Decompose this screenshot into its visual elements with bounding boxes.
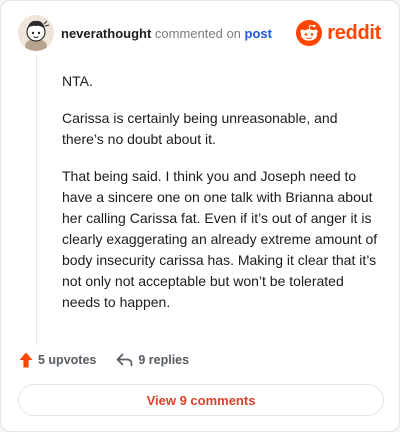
upvote-arrow-icon bbox=[19, 352, 33, 368]
upvote-count: 5 upvotes bbox=[38, 353, 97, 367]
post-link[interactable]: post bbox=[245, 26, 272, 41]
comment-footer: 5 upvotes 9 replies bbox=[19, 350, 189, 370]
thread-line bbox=[36, 55, 37, 345]
reply-count: 9 replies bbox=[138, 353, 190, 367]
comment-paragraph: Carissa is certainly being unreasonable,… bbox=[62, 110, 338, 147]
user-avatar[interactable] bbox=[18, 15, 54, 51]
reply-arrow-icon bbox=[117, 353, 133, 367]
comment-card: neverathought commented on post reddit N… bbox=[0, 0, 400, 432]
avatar-icon bbox=[18, 15, 54, 51]
upvote-stat[interactable]: 5 upvotes bbox=[19, 352, 96, 368]
username-link[interactable]: neverathought bbox=[61, 26, 151, 41]
reddit-alien-icon bbox=[296, 20, 323, 46]
brand-wordmark: reddit bbox=[327, 21, 381, 44]
comment-meta: neverathought commented on post bbox=[61, 26, 272, 41]
comment-header: neverathought commented on post reddit bbox=[18, 15, 385, 55]
reddit-brand[interactable]: reddit bbox=[296, 19, 381, 47]
reply-stat[interactable]: 9 replies bbox=[116, 353, 189, 367]
comment-paragraph: That being said. I think you and Joseph … bbox=[62, 168, 378, 310]
view-comments-button[interactable]: View 9 comments bbox=[18, 384, 384, 416]
comment-body: NTA. Carissa is certainly being unreason… bbox=[62, 71, 382, 329]
action-text: commented on bbox=[154, 26, 241, 41]
comment-paragraph: NTA. bbox=[62, 73, 93, 89]
